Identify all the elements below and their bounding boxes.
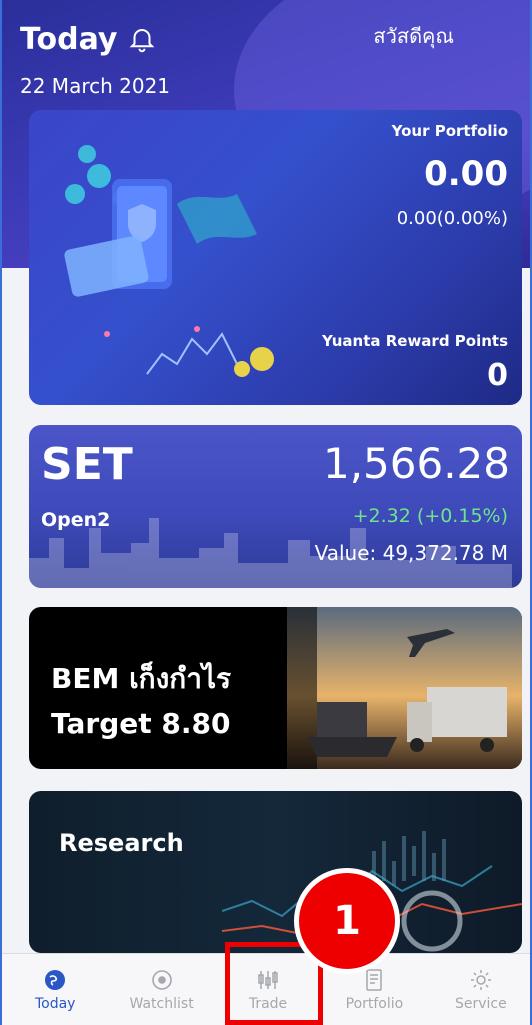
portfolio-value: 0.00 [424,154,508,194]
set-index-card[interactable]: SET 1,566.28 Open2 +2.32 (+0.15%) Value:… [29,425,522,588]
market-name: SET [41,439,133,490]
research-card[interactable]: Research [29,791,522,953]
market-index-value: 1,566.28 [322,439,510,488]
date-text: 22 March 2021 [20,74,171,98]
page-title: Today [20,22,157,57]
portfolio-card[interactable]: Your Portfolio 0.00 0.00(0.00%) Yuanta R… [29,110,522,405]
bell-icon[interactable] [127,25,157,55]
tab-today[interactable]: Today [2,954,108,1025]
step-number-badge: 1 [294,868,400,974]
trade-icon [258,970,278,989]
tab-watchlist-label: Watchlist [129,995,194,1012]
reward-points-label: Yuanta Reward Points [321,332,508,350]
market-traded-value: Value: 49,372.78 M [314,541,508,565]
page-title-text: Today [20,22,118,57]
news-headline: BEM เก็งกำไร [51,662,232,695]
market-change: +2.32 (+0.15%) [352,505,508,527]
news-banner-card[interactable]: BEM เก็งกำไร Target 8.80 [29,607,522,769]
gear-icon [470,969,491,990]
tab-today-label: Today [34,995,76,1012]
tab-service-label: Service [454,995,507,1012]
tab-trade-label: Trade [248,995,288,1012]
logistics-image [287,607,522,769]
tab-service[interactable]: Service [428,954,530,1025]
portfolio-label: Your Portfolio [391,122,508,140]
market-status: Open2 [41,509,111,531]
portfolio-change: 0.00(0.00%) [396,208,508,229]
tab-watchlist[interactable]: Watchlist [108,954,214,1025]
reward-points-value: 0 [487,358,508,393]
greeting-text: สวัสดีคุณ [373,24,454,48]
eye-icon [151,969,172,990]
app-screen: Today สวัสดีคุณ 22 March 2021 Your Portf… [0,0,532,1025]
portfolio-icon [366,968,383,991]
portfolio-illustration [64,145,274,377]
tab-portfolio-label: Portfolio [345,995,404,1012]
globe-icon [45,969,66,990]
news-target: Target 8.80 [51,707,231,740]
research-title: Research [59,829,184,857]
bottom-tab-bar: Today Watchlist Trade Portfolio Service [2,953,530,1025]
tab-trade[interactable]: Trade [215,954,321,1025]
